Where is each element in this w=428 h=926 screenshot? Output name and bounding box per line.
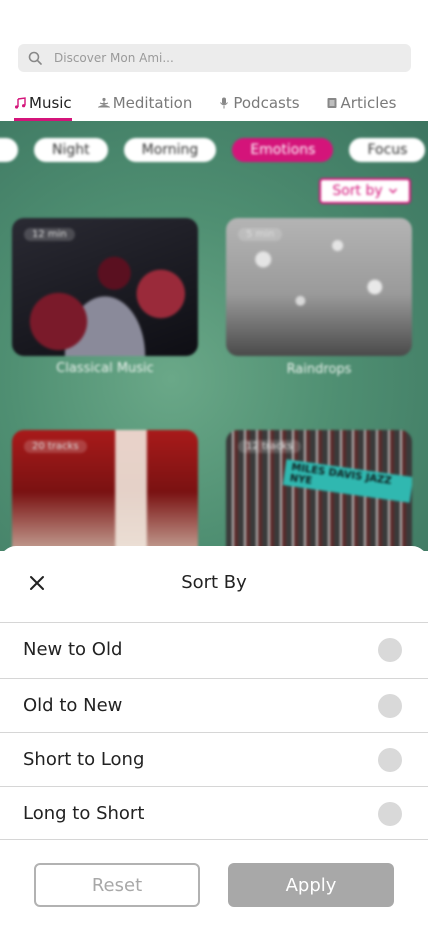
article-icon xyxy=(327,98,337,108)
meditation-icon xyxy=(97,97,110,108)
category-tabs: Music Meditation Podcasts Articles xyxy=(0,88,428,122)
reset-button[interactable]: Reset xyxy=(34,863,200,907)
media-card-raindrops[interactable]: 5 min xyxy=(226,218,412,356)
media-card-piano[interactable]: 20 tracks xyxy=(12,430,198,551)
tab-label: Music xyxy=(29,94,72,112)
search-icon xyxy=(28,51,42,65)
track-count-badge: 20 tracks xyxy=(24,440,87,453)
media-card-classical[interactable]: 12 min xyxy=(12,218,198,356)
filter-chip[interactable] xyxy=(0,138,18,162)
sheet-title: Sort By xyxy=(181,572,247,593)
tab-label: Articles xyxy=(340,94,397,112)
sort-by-label: Sort by xyxy=(332,183,383,199)
album-art-text: MILES DAVIS JAZZ NYE xyxy=(282,459,412,503)
content-area: Night Morning Emotions Focus Sort by 12 … xyxy=(0,121,428,551)
divider xyxy=(0,839,428,840)
option-label: New to Old xyxy=(23,639,123,660)
sort-by-button[interactable]: Sort by xyxy=(319,178,411,204)
filter-chip-morning[interactable]: Morning xyxy=(123,138,217,162)
search-input[interactable]: Discover Mon Ami... xyxy=(54,51,174,65)
apply-button[interactable]: Apply xyxy=(228,863,394,907)
track-count-badge: 12 tracks xyxy=(238,440,301,453)
tab-label: Meditation xyxy=(112,94,193,112)
radio-button[interactable] xyxy=(378,747,402,772)
radio-button[interactable] xyxy=(378,637,402,662)
sort-bottom-sheet: Sort By New to Old Old to New Short to L… xyxy=(0,546,428,926)
chevron-down-icon xyxy=(388,188,397,194)
card-title: Raindrops xyxy=(286,362,352,377)
duration-badge: 12 min xyxy=(24,228,75,241)
tab-label: Podcasts xyxy=(233,94,300,112)
tab-podcasts[interactable]: Podcasts xyxy=(218,88,300,118)
sort-option-short-to-long[interactable]: Short to Long xyxy=(0,732,428,786)
filter-chips: Night Morning Emotions Focus xyxy=(0,138,426,162)
music-note-icon xyxy=(15,97,26,109)
tab-articles[interactable]: Articles xyxy=(326,88,397,118)
tab-music[interactable]: Music xyxy=(14,88,72,121)
sort-option-new-to-old[interactable]: New to Old xyxy=(0,622,428,676)
filter-chip-focus[interactable]: Focus xyxy=(349,138,426,162)
option-label: Short to Long xyxy=(23,749,145,770)
sheet-header: Sort By xyxy=(0,546,428,622)
radio-button[interactable] xyxy=(378,801,402,826)
microphone-icon xyxy=(220,97,229,109)
search-bar[interactable]: Discover Mon Ami... xyxy=(18,44,411,72)
sort-option-old-to-new[interactable]: Old to New xyxy=(0,678,428,732)
filter-chip-emotions[interactable]: Emotions xyxy=(232,138,334,162)
sort-option-long-to-short[interactable]: Long to Short xyxy=(0,786,428,840)
tab-meditation[interactable]: Meditation xyxy=(97,88,193,118)
option-label: Long to Short xyxy=(23,803,145,824)
option-label: Old to New xyxy=(23,695,123,716)
card-title: Classical Music xyxy=(56,361,154,376)
radio-button[interactable] xyxy=(378,693,402,718)
duration-badge: 5 min xyxy=(238,228,283,241)
media-card-vinyl[interactable]: 12 tracks MILES DAVIS JAZZ NYE xyxy=(226,430,412,551)
filter-chip-night[interactable]: Night xyxy=(34,138,108,162)
